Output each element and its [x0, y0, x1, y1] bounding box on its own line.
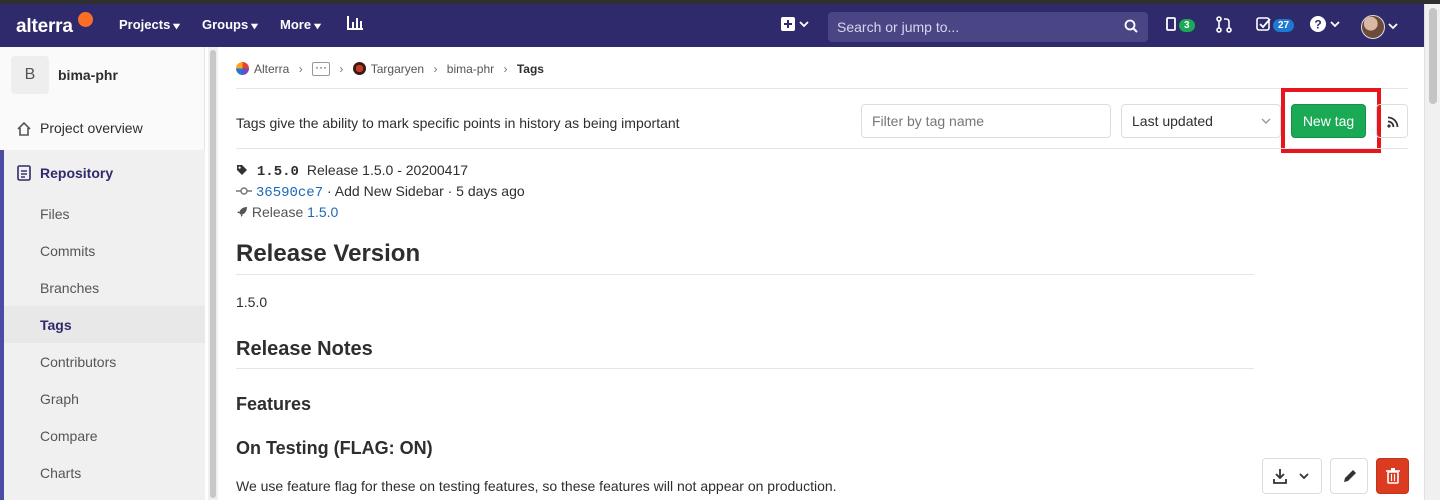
trash-icon	[1386, 468, 1400, 484]
home-icon	[16, 121, 32, 141]
global-search[interactable]	[828, 12, 1148, 42]
pencil-icon	[1344, 470, 1356, 482]
download-dropdown-button[interactable]	[1262, 458, 1322, 494]
nav-groups[interactable]: Groups ▾	[202, 17, 259, 32]
tag-message: Release 1.5.0 - 20200417	[306, 162, 469, 178]
chevron-down-icon	[1261, 105, 1271, 150]
heading-on-testing: On Testing (FLAG: ON)	[236, 438, 433, 458]
breadcrumb-group[interactable]: Alterra	[254, 62, 289, 76]
chevron-right-icon: ›	[433, 61, 438, 76]
commit-sha-link[interactable]: 36590ce7	[256, 185, 323, 201]
breadcrumb-expand-button[interactable]: ···	[312, 61, 331, 76]
chevron-down-icon: ▾	[314, 21, 321, 32]
todos-count-badge: 27	[1273, 19, 1295, 32]
breadcrumb-current[interactable]: Tags	[517, 62, 544, 76]
sidebar-item-tags[interactable]: Tags	[40, 317, 72, 333]
filter-by-tag-input[interactable]	[862, 105, 1110, 137]
heading-release-notes: Release Notes	[236, 338, 373, 360]
project-avatar[interactable]: B	[11, 56, 49, 94]
breadcrumb-subgroup[interactable]: Targaryen	[371, 62, 424, 76]
download-icon	[1273, 469, 1309, 484]
rss-icon	[1387, 116, 1399, 128]
chevron-down-icon[interactable]	[1388, 18, 1398, 36]
sort-dropdown[interactable]: Last updated	[1121, 104, 1281, 138]
sort-selected-value: Last updated	[1132, 113, 1213, 129]
divider	[236, 88, 1408, 89]
commit-icon	[236, 183, 256, 199]
edit-release-button[interactable]	[1330, 458, 1368, 494]
release-label: Release	[251, 204, 304, 220]
chevron-right-icon: ›	[339, 61, 344, 76]
chevron-down-icon: ▾	[173, 21, 181, 32]
search-icon	[1124, 19, 1138, 36]
chevron-right-icon: ›	[298, 61, 303, 76]
commit-row: 36590ce7 · Add New Sidebar · 5 days ago	[236, 183, 525, 201]
sidebar-item-graph[interactable]: Graph	[40, 391, 79, 407]
delete-tag-button[interactable]	[1376, 458, 1409, 494]
activity-chart-icon[interactable]	[346, 14, 364, 37]
nav-projects[interactable]: Projects ▾	[119, 17, 181, 32]
group-avatar-icon	[236, 62, 249, 76]
project-name[interactable]: bima-phr	[58, 67, 118, 83]
testing-description: We use feature flag for these on testing…	[236, 478, 837, 494]
sidebar-active-highlight	[4, 306, 205, 343]
sidebar-item-commits[interactable]: Commits	[40, 243, 95, 259]
sidebar-item-label: Project overview	[40, 120, 143, 136]
divider	[236, 148, 1408, 149]
release-row: Release 1.5.0	[236, 204, 338, 220]
heading-features: Features	[236, 394, 312, 414]
chevron-down-icon: ▾	[251, 21, 259, 32]
brand-logo-dot-icon	[78, 12, 93, 27]
user-avatar[interactable]	[1361, 15, 1385, 39]
divider	[236, 368, 1254, 369]
release-link[interactable]: 1.5.0	[307, 204, 338, 220]
merge-requests-icon[interactable]	[1216, 16, 1232, 38]
breadcrumb: Alterra › ··· › Targaryen › bima-phr › T…	[236, 61, 544, 76]
tag-filter[interactable]	[861, 104, 1111, 138]
version-text: 1.5.0	[236, 294, 268, 310]
tag-row: 1.5.0 Release 1.5.0 - 20200417	[236, 162, 468, 180]
sidebar-item-charts[interactable]: Charts	[40, 465, 81, 481]
sidebar-item-files[interactable]: Files	[40, 206, 70, 222]
chevron-right-icon: ›	[503, 61, 508, 76]
nav-more[interactable]: More ▾	[280, 17, 321, 32]
help-icon[interactable]: ?	[1310, 15, 1340, 38]
tags-intro-text: Tags give the ability to mark specific p…	[236, 115, 680, 131]
sidebar-item-contributors[interactable]: Contributors	[40, 354, 116, 370]
heading-release-version: Release Version	[236, 240, 421, 267]
todos-link[interactable]: 27	[1256, 16, 1295, 35]
sidebar-item-repository[interactable]: Repository	[40, 165, 113, 181]
sidebar-item-compare[interactable]: Compare	[40, 428, 98, 444]
divider	[236, 274, 1254, 275]
rocket-icon	[236, 204, 252, 220]
new-tag-button[interactable]: New tag	[1291, 104, 1366, 138]
issues-count-badge: 3	[1179, 19, 1195, 32]
rss-feed-button[interactable]	[1376, 104, 1408, 138]
breadcrumb-project[interactable]: bima-phr	[447, 62, 494, 76]
sidebar-item-branches[interactable]: Branches	[40, 280, 99, 296]
brand-logo[interactable]: alterra	[16, 16, 73, 38]
issues-link[interactable]: 3	[1166, 16, 1195, 35]
top-navbar: alterra Projects▾ Groups▾ More▾ 3 27 ?	[0, 4, 1424, 47]
svg-text:?: ?	[1314, 18, 1321, 32]
page-scrollbar-thumb[interactable]	[1429, 8, 1437, 104]
sidebar-item-project-overview[interactable]: Project overview	[0, 119, 205, 139]
subgroup-avatar-icon	[352, 62, 366, 76]
search-input[interactable]	[828, 12, 1148, 42]
tag-name-link[interactable]: 1.5.0	[257, 164, 299, 180]
document-icon	[17, 165, 31, 184]
tag-icon	[236, 162, 252, 178]
new-item-plus-icon[interactable]	[781, 16, 811, 37]
sidebar-scrollbar-thumb[interactable]	[210, 50, 216, 498]
commit-title: · Add New Sidebar · 5 days ago	[327, 183, 525, 199]
